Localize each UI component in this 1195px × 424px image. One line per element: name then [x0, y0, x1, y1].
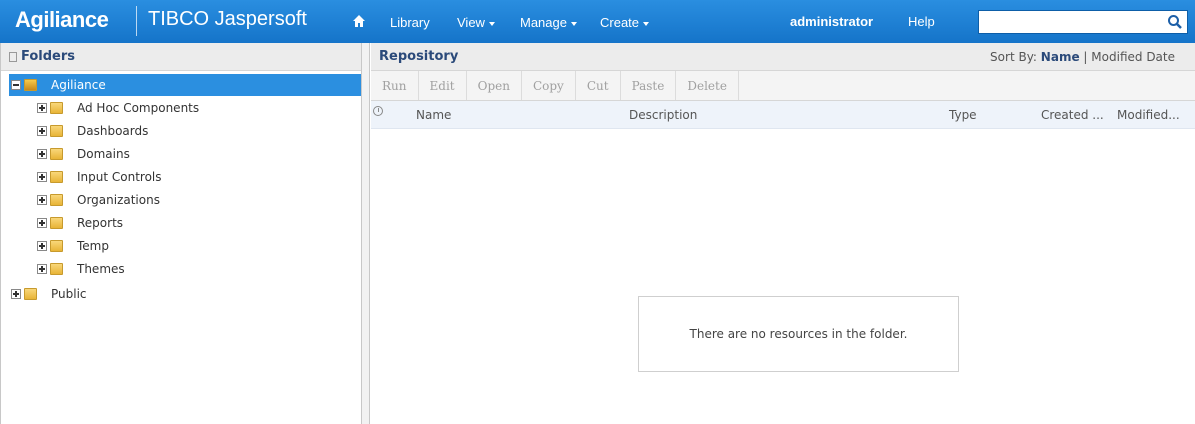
expand-node-icon[interactable]: [37, 264, 47, 274]
folders-header: Folders: [1, 43, 361, 71]
expand-node-icon[interactable]: [37, 172, 47, 182]
tree-item-label: Agiliance: [51, 78, 106, 92]
search-input[interactable]: [979, 11, 1159, 33]
tree-item-themes[interactable]: Themes: [37, 258, 125, 280]
repository-title: Repository: [379, 49, 459, 64]
tree-item-label: Dashboards: [77, 124, 149, 138]
column-type[interactable]: Type: [949, 108, 977, 122]
expand-node-icon[interactable]: [37, 149, 47, 159]
folder-icon: [50, 263, 63, 275]
user-menu[interactable]: administrator: [790, 14, 873, 29]
tree-item-label: Reports: [77, 216, 124, 230]
tree-item-label: Organizations: [77, 193, 160, 207]
sort-by-label: Sort By:: [990, 50, 1037, 64]
tree-item-label: Domains: [77, 147, 130, 161]
expand-node-icon[interactable]: [37, 195, 47, 205]
product-logo: TIBCO Jaspersoft: [148, 8, 307, 30]
tree-item-label: Public: [51, 287, 87, 301]
copy-button[interactable]: Copy: [522, 71, 576, 100]
nav-manage-menu[interactable]: Manage: [520, 15, 577, 30]
expand-node-icon[interactable]: [37, 241, 47, 251]
column-created[interactable]: Created ...: [1041, 108, 1104, 122]
sort-by-name[interactable]: Name: [1041, 50, 1080, 64]
tree-item-organizations[interactable]: Organizations: [37, 189, 160, 211]
folder-icon: [50, 148, 63, 160]
folder-icon: [50, 240, 63, 252]
clock-icon: [373, 106, 383, 116]
expand-node-icon[interactable]: [37, 126, 47, 136]
tree-item-label: Input Controls: [77, 170, 162, 184]
folder-icon: [50, 171, 63, 183]
column-description[interactable]: Description: [629, 108, 697, 122]
column-modified[interactable]: Modified...: [1117, 108, 1180, 122]
nav-create-label: Create: [600, 15, 640, 30]
nav-view-menu[interactable]: View: [457, 15, 495, 30]
nav-manage-label: Manage: [520, 15, 567, 30]
chevron-down-icon: [570, 21, 577, 26]
column-name[interactable]: Name: [416, 108, 451, 122]
sort-by-modified-date[interactable]: Modified Date: [1091, 50, 1175, 64]
expand-node-icon[interactable]: [37, 103, 47, 113]
cut-button[interactable]: Cut: [576, 71, 621, 100]
tree-item-input-controls[interactable]: Input Controls: [37, 166, 162, 188]
sort-separator: |: [1083, 50, 1088, 64]
tree-item-ad-hoc-components[interactable]: Ad Hoc Components: [37, 97, 199, 119]
edit-button[interactable]: Edit: [419, 71, 467, 100]
folder-icon: [50, 102, 63, 114]
folder-icon: [24, 288, 37, 300]
delete-button[interactable]: Delete: [676, 71, 739, 100]
folder-icon: [50, 125, 63, 137]
folder-icon: [50, 217, 63, 229]
tree-item-agiliance[interactable]: Agiliance: [9, 74, 361, 96]
brand-divider: [136, 6, 137, 36]
search-icon[interactable]: [1167, 14, 1183, 30]
home-icon[interactable]: [352, 14, 366, 28]
collapse-node-icon[interactable]: [11, 80, 21, 90]
nav-create-menu[interactable]: Create: [600, 15, 650, 30]
nav-library[interactable]: Library: [390, 15, 430, 30]
collapse-panel-icon[interactable]: [9, 51, 17, 62]
folder-icon: [50, 194, 63, 206]
tree-item-label: Ad Hoc Components: [77, 101, 200, 115]
tree-item-public[interactable]: Public: [11, 283, 87, 305]
chevron-down-icon: [643, 21, 650, 26]
tree-item-temp[interactable]: Temp: [37, 235, 109, 257]
tree-item-label: Themes: [77, 262, 125, 276]
chevron-down-icon: [488, 21, 495, 26]
empty-folder-message: There are no resources in the folder.: [638, 296, 959, 372]
paste-button[interactable]: Paste: [621, 71, 677, 100]
tree-item-reports[interactable]: Reports: [37, 212, 123, 234]
folders-panel: Folders Agiliance Ad Hoc Components Dash…: [0, 43, 362, 424]
panel-splitter[interactable]: [362, 43, 370, 424]
tree-item-dashboards[interactable]: Dashboards: [37, 120, 148, 142]
tree-item-domains[interactable]: Domains: [37, 143, 130, 165]
expand-node-icon[interactable]: [11, 289, 21, 299]
expand-node-icon[interactable]: [37, 218, 47, 228]
sort-by-control: Sort By: Name | Modified Date: [990, 50, 1175, 64]
repository-header: Repository Sort By: Name | Modified Date: [371, 43, 1195, 71]
folders-title: Folders: [21, 49, 76, 64]
column-header-row: Name Description Type Created ... Modifi…: [371, 101, 1195, 129]
folder-open-icon: [24, 79, 37, 91]
repository-toolbar: Run Edit Open Copy Cut Paste Delete: [371, 71, 1195, 101]
nav-view-label: View: [457, 15, 485, 30]
run-button[interactable]: Run: [371, 71, 419, 100]
top-bar: Agiliance TIBCO Jaspersoft Library View …: [0, 0, 1195, 43]
search-box: [978, 10, 1188, 34]
tree-item-label: Temp: [77, 239, 109, 253]
brand-logo: Agiliance: [15, 7, 109, 32]
repository-panel: Repository Sort By: Name | Modified Date…: [371, 43, 1195, 424]
help-link[interactable]: Help: [908, 14, 935, 29]
open-button[interactable]: Open: [467, 71, 522, 100]
